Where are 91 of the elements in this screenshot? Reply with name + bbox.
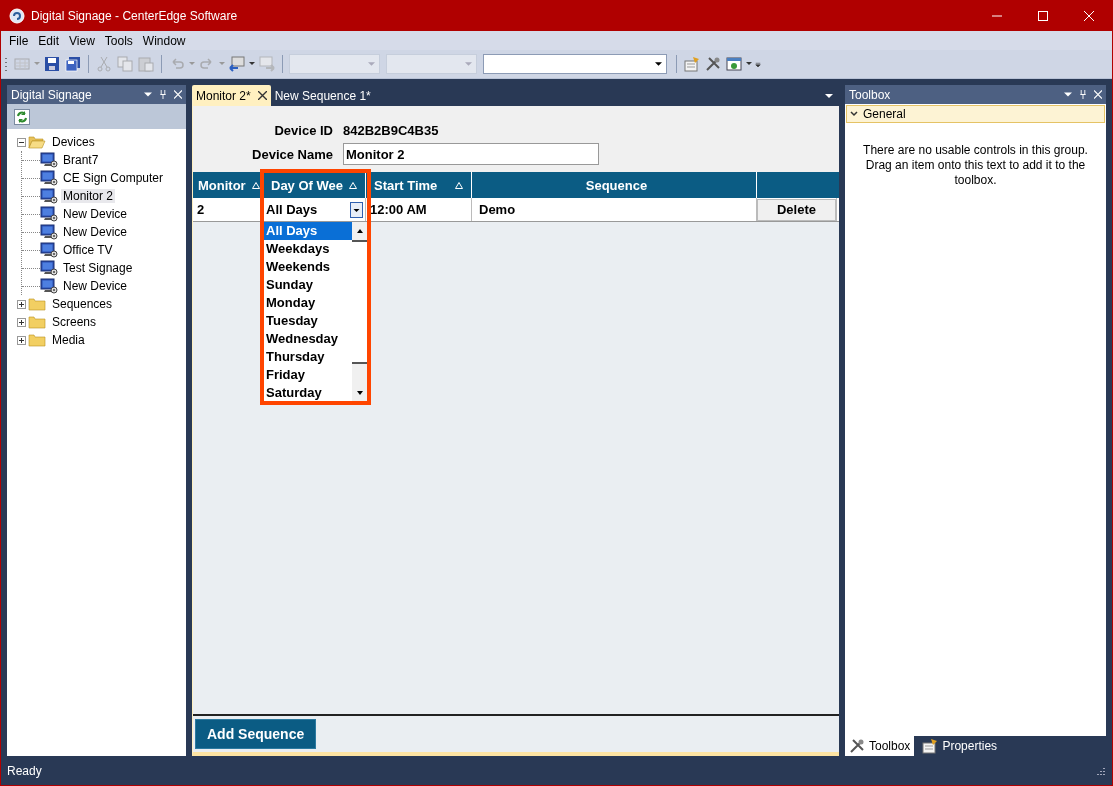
tree-item[interactable]: New Device [61, 225, 130, 239]
caret-icon[interactable] [746, 61, 752, 67]
monitor-icon [40, 152, 58, 168]
field-label: Device Name [251, 146, 333, 162]
sort-icon[interactable] [251, 181, 260, 189]
panel-title: Digital Signage [11, 87, 92, 102]
dropdown-icon[interactable] [350, 201, 363, 218]
app-icon [9, 7, 25, 24]
tree-folder[interactable]: Devices [50, 135, 97, 149]
dropdown-icon[interactable] [1064, 90, 1072, 99]
device-id-value: 842B2B9C4B35 [343, 122, 439, 138]
navigate-back-icon[interactable] [228, 55, 246, 73]
sort-icon[interactable] [349, 181, 357, 189]
status-text: Ready [7, 764, 42, 778]
sort-icon[interactable] [455, 181, 463, 189]
add-sequence-button[interactable]: Add Sequence [195, 719, 317, 749]
pin-icon[interactable] [1079, 90, 1087, 99]
group-header[interactable]: General [846, 105, 1105, 123]
dropdown-option[interactable]: Thursday [263, 348, 352, 366]
window-title: Digital Signage - CenterEdge Software [31, 8, 238, 23]
window-icon[interactable] [725, 55, 743, 73]
pin-icon[interactable] [159, 90, 167, 99]
properties-icon [922, 738, 939, 754]
menu-item[interactable]: Edit [33, 33, 65, 48]
folder-icon [28, 297, 46, 311]
monitor-icon [40, 278, 58, 294]
save-all-icon[interactable] [64, 55, 82, 73]
menu-item[interactable]: View [64, 33, 100, 48]
dropdown-option[interactable]: Weekends [263, 258, 352, 276]
folder-icon [28, 333, 46, 347]
tree-folder[interactable]: Screens [50, 315, 99, 329]
tree-folder[interactable]: Sequences [50, 297, 115, 311]
monitor-icon [40, 206, 58, 222]
tree-item[interactable]: New Device [61, 279, 130, 293]
empty-message: There are no usable controls in this group. Drag an item onto this text to add it to the toolbox. [862, 143, 1089, 188]
resize-grip-icon[interactable] [1096, 766, 1106, 776]
dropdown-option[interactable]: Sunday [263, 276, 352, 294]
dropdown-icon[interactable] [825, 92, 833, 99]
document-tab[interactable]: New Sequence 1* [270, 85, 375, 106]
tools-icon[interactable] [704, 55, 722, 73]
overflow-icon[interactable] [755, 61, 761, 67]
dropdown-option[interactable]: Tuesday [263, 312, 352, 330]
dropdown-option[interactable]: All Days [263, 222, 352, 240]
tools-icon [849, 738, 865, 754]
tree-folder[interactable]: Media [50, 333, 87, 347]
menu-item[interactable]: Tools [99, 33, 138, 48]
field-label: Device ID [273, 122, 333, 138]
document-tab[interactable]: Monitor 2* [192, 85, 271, 106]
tree-item[interactable]: Test Signage [61, 261, 135, 275]
device-name-field[interactable]: Monitor 2 [343, 143, 599, 165]
dropdown-option[interactable]: Monday [263, 294, 352, 312]
monitor-icon [40, 170, 58, 186]
menu-item[interactable]: Window [137, 33, 191, 48]
dropdown-icon[interactable] [144, 90, 152, 99]
dropdown-option[interactable]: Wednesday [263, 330, 352, 348]
scroll-up-icon[interactable] [355, 228, 364, 234]
table-cell: 2 [193, 198, 262, 221]
day-dropdown[interactable]: All Days [262, 198, 366, 221]
scrollbar[interactable] [352, 222, 367, 402]
refresh-icon[interactable] [14, 108, 30, 125]
monitor-icon [40, 260, 58, 276]
table-cell: 12:00 AM [366, 198, 472, 221]
panel-title: Toolbox [849, 87, 891, 102]
tree-item[interactable]: Brant7 [61, 153, 101, 167]
expand-icon[interactable] [17, 299, 26, 309]
tree-item[interactable]: Office TV [61, 243, 115, 257]
chevron-icon[interactable] [850, 111, 858, 117]
dropdown-option[interactable]: Weekdays [263, 240, 352, 258]
panel-tab[interactable]: Toolbox [845, 736, 915, 756]
menu-item[interactable]: File [4, 33, 34, 48]
expand-icon[interactable] [17, 317, 26, 327]
collapse-icon[interactable] [17, 137, 26, 147]
delete-button[interactable]: Delete [757, 198, 836, 221]
panel-tab[interactable]: Properties [918, 736, 1002, 756]
open-folder-icon [28, 135, 46, 149]
close-icon[interactable] [257, 91, 267, 100]
monitor-icon [40, 242, 58, 258]
caret-icon[interactable] [655, 61, 662, 67]
dropdown-option[interactable]: Friday [263, 366, 352, 384]
monitor-icon [40, 188, 58, 204]
caret-icon[interactable] [249, 61, 255, 67]
expand-icon[interactable] [17, 335, 26, 345]
scroll-down-icon[interactable] [355, 390, 364, 396]
maximize-icon[interactable] [1038, 10, 1048, 21]
dropdown-option[interactable]: Saturday [263, 384, 352, 402]
monitor-icon [40, 224, 58, 240]
tree-item[interactable]: Monitor 2 [61, 189, 116, 203]
tree-item[interactable]: New Device [61, 207, 130, 221]
folder-icon [28, 315, 46, 329]
tree-item[interactable]: CE Sign Computer [61, 171, 166, 185]
save-icon[interactable] [43, 55, 61, 73]
